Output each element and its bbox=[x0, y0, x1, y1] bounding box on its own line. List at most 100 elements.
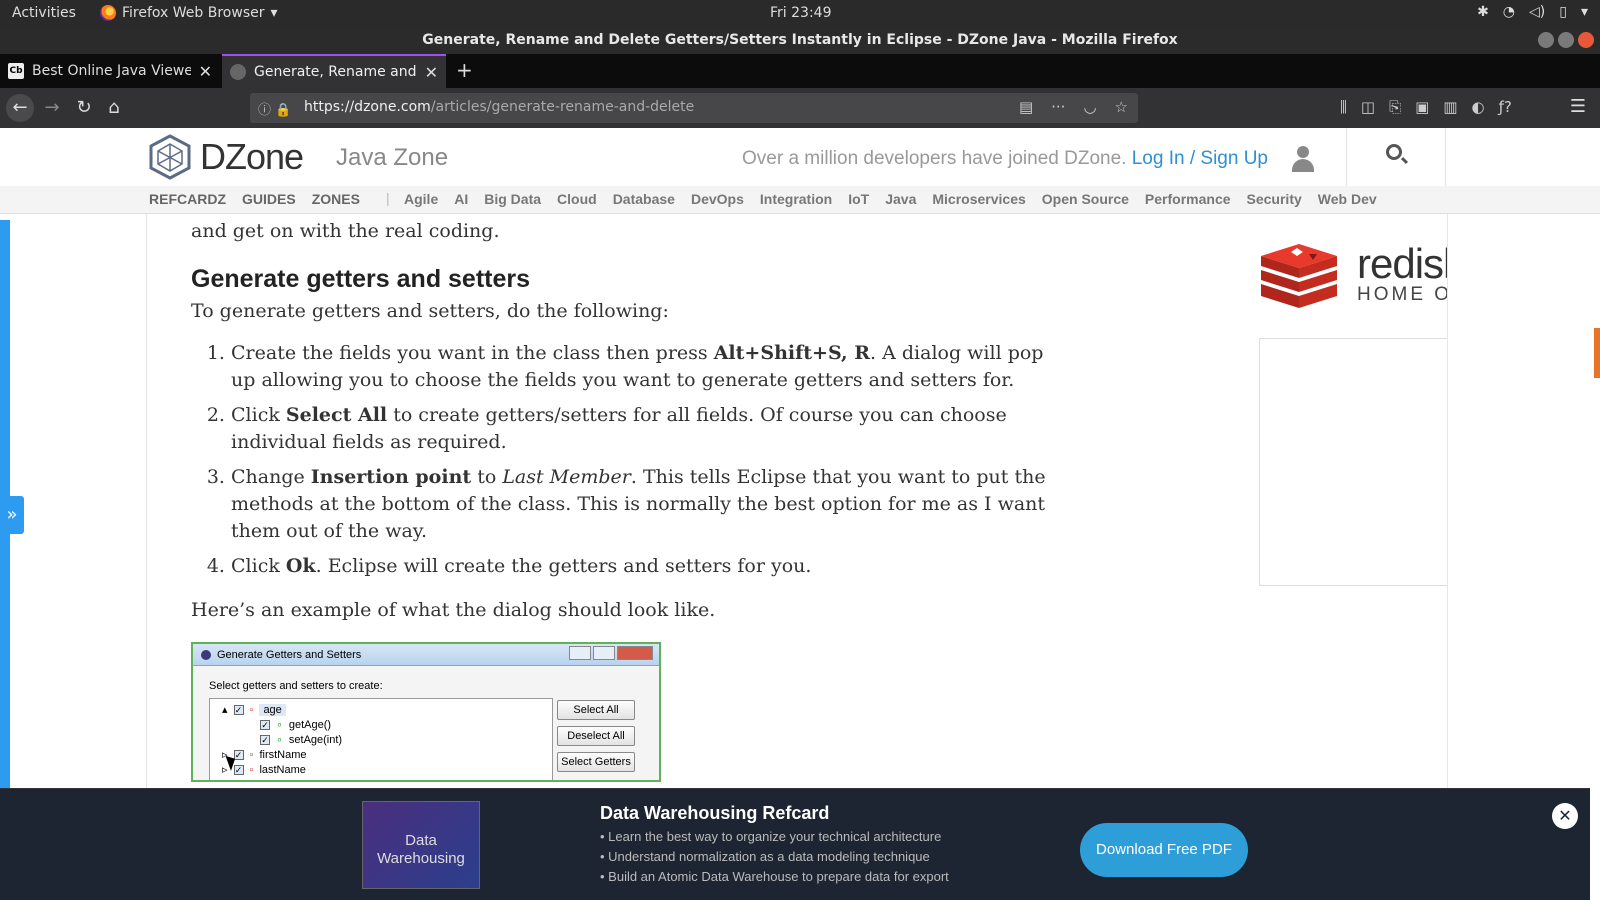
login-link[interactable]: Log In bbox=[1132, 148, 1185, 169]
pocket-icon[interactable]: ◡ bbox=[1083, 98, 1096, 116]
url-text[interactable]: https://dzone.com/articles/generate-rena… bbox=[304, 99, 694, 115]
activities-button[interactable]: Activities bbox=[12, 5, 76, 21]
sidebar-icon[interactable]: ◫ bbox=[1361, 98, 1375, 116]
ruler-icon[interactable]: ▥ bbox=[1443, 98, 1457, 116]
zone-link[interactable]: Integration bbox=[760, 191, 832, 207]
nav-divider: | bbox=[386, 190, 390, 206]
maximize-button[interactable] bbox=[1558, 32, 1574, 48]
paragraph: and get on with the real coding. bbox=[191, 220, 500, 242]
close-banner-button[interactable]: ✕ bbox=[1552, 803, 1578, 829]
tree-row: ✓ ∘ setAge(int) bbox=[260, 733, 343, 746]
nav-zones[interactable]: ZONES bbox=[312, 191, 360, 207]
reload-button[interactable]: ↻ bbox=[70, 94, 98, 122]
zone-title[interactable]: Java Zone bbox=[336, 144, 448, 172]
dzone-logo[interactable]: DZone bbox=[148, 134, 304, 180]
paragraph: Here’s an example of what the dialog sho… bbox=[191, 599, 716, 621]
page-actions-icon[interactable]: ··· bbox=[1051, 98, 1065, 116]
page-scrollbar[interactable] bbox=[1594, 328, 1600, 378]
expand-sidebar-button[interactable]: » bbox=[0, 496, 24, 534]
system-tray[interactable]: ✱ ◔ ◁) ▯ ▾ bbox=[1477, 4, 1588, 20]
banner-bullets: • Learn the best way to organize your te… bbox=[600, 827, 949, 887]
close-tab-icon[interactable]: ✕ bbox=[199, 62, 212, 81]
zone-link[interactable]: AI bbox=[454, 191, 468, 207]
clock[interactable]: Fri 23:49 bbox=[770, 5, 831, 21]
zone-link[interactable]: Microservices bbox=[932, 191, 1025, 207]
list-item: Click Ok. Eclipse will create the getter… bbox=[231, 553, 1051, 580]
slack-icon[interactable]: ✱ bbox=[1477, 4, 1489, 20]
dialog-buttons: Select All Deselect All Select Getters bbox=[557, 700, 635, 772]
zone-link[interactable]: Web Dev bbox=[1318, 191, 1377, 207]
deselect-all-button: Deselect All bbox=[557, 726, 635, 746]
dialog-prompt: Select getters and setters to create: bbox=[209, 680, 383, 692]
zone-link[interactable]: Security bbox=[1247, 191, 1302, 207]
dialog-screenshot: Generate Getters and Setters Select gett… bbox=[191, 642, 661, 782]
url-actions: ▤ ··· ◡ ☆ bbox=[1019, 98, 1128, 116]
dialog-maximize-icon bbox=[593, 646, 615, 660]
eclipse-icon bbox=[201, 649, 211, 660]
site-nav: REFCARDZ GUIDES ZONES | Agile AI Big Dat… bbox=[0, 186, 1600, 214]
window-title: Generate, Rename and Delete Getters/Sett… bbox=[422, 32, 1178, 48]
list-item: Change Insertion point to Last Member. T… bbox=[231, 464, 1051, 545]
bookmark-star-icon[interactable]: ☆ bbox=[1115, 98, 1128, 116]
translate-icon[interactable]: ▣ bbox=[1415, 98, 1429, 116]
zone-link[interactable]: Performance bbox=[1145, 191, 1231, 207]
section-heading: Generate getters and setters bbox=[191, 265, 531, 293]
banner-title[interactable]: Data Warehousing Refcard bbox=[600, 803, 829, 824]
list-item: Create the fields you want in the class … bbox=[231, 340, 1051, 394]
screenshot-icon[interactable]: ⎘ bbox=[1389, 98, 1401, 116]
volume-icon[interactable]: ◁) bbox=[1529, 4, 1545, 20]
back-button[interactable]: ← bbox=[6, 94, 34, 122]
dialog-title-bar: Generate Getters and Setters bbox=[193, 644, 659, 666]
redislabs-ad[interactable]: redislabs HOME OF REDIS bbox=[1259, 240, 1447, 320]
select-getters-button: Select Getters bbox=[557, 752, 635, 772]
zone-link[interactable]: Cloud bbox=[557, 191, 597, 207]
extension-icon[interactable]: ◐ bbox=[1471, 98, 1484, 116]
minimize-button[interactable] bbox=[1538, 32, 1554, 48]
steps-list: Create the fields you want in the class … bbox=[231, 340, 1051, 588]
ad-placeholder[interactable] bbox=[1259, 338, 1447, 586]
redis-brand: redislabs bbox=[1357, 240, 1447, 287]
firefox-icon bbox=[100, 5, 116, 21]
new-tab-button[interactable]: + bbox=[456, 58, 473, 82]
user-icon[interactable] bbox=[1292, 146, 1314, 172]
battery-icon[interactable]: ▯ bbox=[1559, 4, 1567, 20]
zone-link[interactable]: Database bbox=[613, 191, 675, 207]
power-icon[interactable]: ▾ bbox=[1581, 4, 1588, 20]
hamburger-menu-icon[interactable]: ☰ bbox=[1570, 96, 1586, 117]
download-pdf-button[interactable]: Download Free PDF bbox=[1080, 823, 1248, 877]
nav-guides[interactable]: GUIDES bbox=[242, 191, 296, 207]
nav-refcardz[interactable]: REFCARDZ bbox=[149, 191, 226, 207]
site-search-button[interactable] bbox=[1346, 128, 1446, 186]
paragraph: To generate getters and setters, do the … bbox=[191, 300, 669, 322]
signup-link[interactable]: Sign Up bbox=[1200, 148, 1268, 169]
font-finder-icon[interactable]: ƒ? bbox=[1499, 98, 1512, 116]
search-icon bbox=[1386, 144, 1402, 160]
dialog-title: Generate Getters and Setters bbox=[217, 648, 362, 661]
home-button[interactable]: ⌂ bbox=[100, 94, 128, 122]
wifi-icon[interactable]: ◔ bbox=[1503, 4, 1515, 20]
app-menu[interactable]: Firefox Web Browser ▾ bbox=[100, 5, 278, 21]
close-window-button[interactable] bbox=[1578, 32, 1594, 48]
browser-toolbar: ← → ↻ ⌂ ⓘ 🔒 https://dzone.com/articles/g… bbox=[0, 88, 1600, 128]
tab-dzone-article[interactable]: Generate, Rename and D ✕ bbox=[222, 54, 446, 88]
zone-link[interactable]: DevOps bbox=[691, 191, 744, 207]
zone-link[interactable]: Agile bbox=[404, 191, 438, 207]
bullet-item: • Understand normalization as a data mod… bbox=[600, 849, 930, 864]
redis-cube-icon bbox=[1261, 244, 1337, 308]
list-item: Click Select All to create getters/sette… bbox=[231, 402, 1051, 456]
extension-toolbar: ⫼ ◫ ⎘ ▣ ▥ ◐ ƒ? bbox=[1340, 98, 1512, 116]
library-icon[interactable]: ⫼ bbox=[1340, 98, 1347, 116]
zone-link[interactable]: IoT bbox=[848, 191, 869, 207]
tab-java-viewer[interactable]: Cb Best Online Java Viewer ✕ bbox=[0, 54, 220, 88]
site-info-icon[interactable]: ⓘ 🔒 bbox=[258, 99, 291, 118]
refcard-cover[interactable]: Data Warehousing bbox=[362, 801, 480, 889]
main-nav: REFCARDZ GUIDES ZONES bbox=[149, 191, 360, 207]
close-tab-icon[interactable]: ✕ bbox=[425, 63, 438, 82]
zone-link[interactable]: Java bbox=[885, 191, 916, 207]
forward-button[interactable]: → bbox=[38, 94, 66, 122]
zone-link[interactable]: Big Data bbox=[484, 191, 541, 207]
url-bar[interactable]: ⓘ 🔒 https://dzone.com/articles/generate-… bbox=[250, 93, 1138, 123]
reader-view-icon[interactable]: ▤ bbox=[1019, 98, 1033, 116]
zone-link[interactable]: Open Source bbox=[1042, 191, 1129, 207]
zones-nav: Agile AI Big Data Cloud Database DevOps … bbox=[404, 191, 1377, 207]
